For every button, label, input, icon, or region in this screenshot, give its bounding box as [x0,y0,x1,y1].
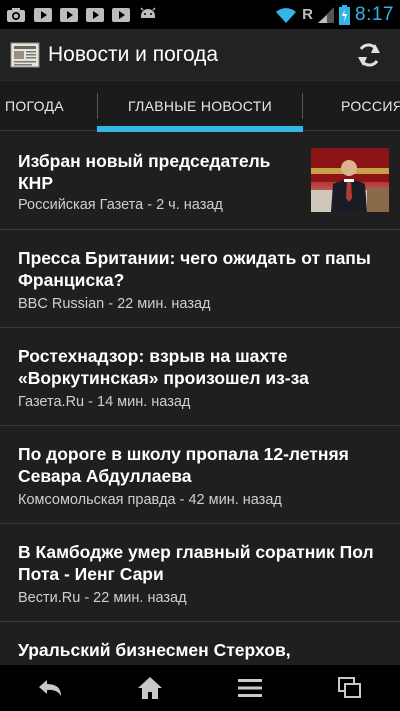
news-title: В Камбодже умер главный соратник Пол Пот… [18,542,374,584]
news-title: Уральский бизнесмен Стерхов, [18,640,291,660]
news-list: Избран новый председатель КНР Российская… [0,132,400,665]
recent-apps-icon [338,677,361,698]
news-item[interactable]: По дороге в школу пропала 12-летняя Сева… [0,426,400,523]
signal-icon [318,6,335,24]
roaming-indicator: R [302,6,314,23]
news-item[interactable]: Пресса Британии: чего ожидать от папы Фр… [0,230,400,327]
youtube-icon [34,7,52,23]
news-title: Ростехнадзор: взрыв на шахте «Воркутинск… [18,346,309,388]
app-logo-icon [10,41,40,69]
news-item[interactable]: В Камбодже умер главный соратник Пол Пот… [0,524,400,621]
action-bar: Новости и погода [0,29,400,81]
home-icon [138,677,162,699]
android-icon [138,6,158,23]
battery-icon [339,4,351,25]
back-button[interactable] [20,668,80,708]
news-item[interactable]: Ростехнадзор: взрыв на шахте «Воркутинск… [0,328,400,425]
refresh-button[interactable] [348,34,390,76]
status-bar: R 8:17 [0,0,400,29]
navigation-bar [0,665,400,711]
news-title: Пресса Британии: чего ожидать от папы Фр… [18,248,371,290]
recent-apps-button[interactable] [320,668,380,708]
refresh-icon [358,43,380,66]
news-source-time: Российская Газета - 2 ч. назад [18,197,223,213]
tab-weather[interactable]: ПОГОДА [5,81,64,131]
news-title: Избран новый председатель КНР [18,151,271,193]
news-source-time: BBC Russian - 22 мин. назад [18,296,211,312]
tab-top-news[interactable]: ГЛАВНЫЕ НОВОСТИ [97,81,303,131]
news-source-time: Комсомольская правда - 42 мин. назад [18,492,282,508]
app-title: Новости и погода [48,42,219,66]
news-thumbnail [311,148,389,212]
home-button[interactable] [120,668,180,708]
news-title: По дороге в школу пропала 12-летняя Сева… [18,444,349,486]
menu-icon [238,679,262,697]
news-item[interactable]: Избран новый председатель КНР Российская… [0,132,400,229]
camera-icon [6,7,26,23]
screen: R 8:17 Новости и погода ПОГОДА ГЛАВНЫЕ Н… [0,0,400,711]
menu-button[interactable] [220,668,280,708]
tab-russia[interactable]: РОССИЯ [341,81,400,131]
news-item[interactable]: Уральский бизнесмен Стерхов, [0,622,400,665]
back-icon [39,680,61,696]
clock: 8:17 [355,3,394,25]
system-icons: R 8:17 [275,4,394,26]
news-source-time: Вести.Ru - 22 мин. назад [18,590,187,606]
wifi-icon [275,6,297,24]
notification-icons [6,6,158,23]
tab-divider [302,93,303,119]
youtube-icon [60,7,78,23]
youtube-icon [112,7,130,23]
youtube-icon [86,7,104,23]
news-source-time: Газета.Ru - 14 мин. назад [18,394,191,410]
tab-strip: ПОГОДА ГЛАВНЫЕ НОВОСТИ РОССИЯ [0,81,400,132]
